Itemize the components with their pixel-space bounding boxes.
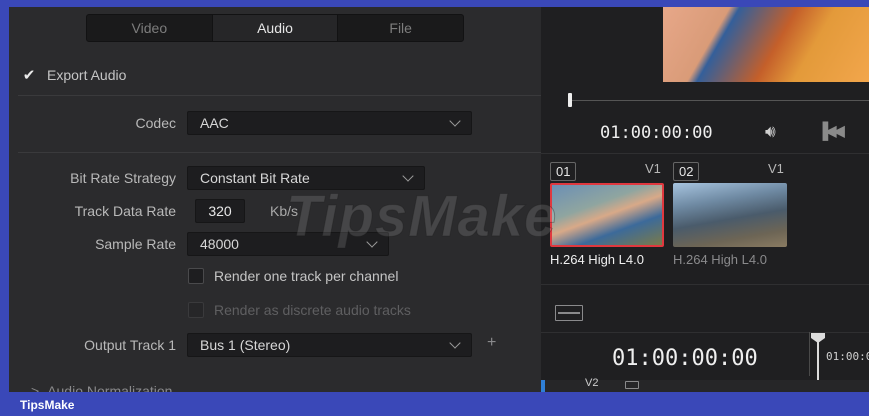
codec-value: AAC xyxy=(200,115,229,131)
chevron-down-icon xyxy=(366,236,378,248)
clip-thumbnail[interactable] xyxy=(673,183,787,247)
render-discrete-checkbox[interactable] xyxy=(188,302,204,318)
track-data-rate-unit: Kb/s xyxy=(270,203,299,219)
viewer-timecode: 01:00:00:00 xyxy=(600,123,713,143)
export-audio-row: ✔ Export Audio xyxy=(21,67,127,84)
clip-number-badge: 01 xyxy=(550,162,577,181)
viewer-scrubber-track[interactable] xyxy=(571,100,869,101)
section-divider xyxy=(18,95,541,96)
codec-label: Codec xyxy=(135,115,176,131)
top-frame-border xyxy=(0,0,869,7)
tab-file[interactable]: File xyxy=(338,15,463,41)
track-data-rate-label: Track Data Rate xyxy=(74,203,176,219)
bit-rate-strategy-value: Constant Bit Rate xyxy=(200,170,310,186)
chevron-down-icon xyxy=(449,115,461,127)
track-label-v2: V2 xyxy=(585,377,599,389)
render-one-track-label: Render one track per channel xyxy=(214,268,399,284)
viewer-and-timeline-panel: 01:00:00:00 🔊︎ ▐◀◀ 01 V1 02 V1 H.264 Hig… xyxy=(541,7,869,392)
clip-number-badge: 02 xyxy=(673,162,700,181)
ruler-timecode: 01:00:0 xyxy=(826,350,869,363)
timeline-timecode: 01:00:00:00 xyxy=(612,346,758,371)
tab-video[interactable]: Video xyxy=(87,15,213,41)
left-frame-border xyxy=(0,0,9,416)
footer-bar xyxy=(0,392,869,416)
clip-track-label: V1 xyxy=(768,161,784,176)
bit-rate-strategy-label: Bit Rate Strategy xyxy=(70,170,176,186)
speaker-icon[interactable]: 🔊︎ xyxy=(765,122,776,142)
chevron-down-icon xyxy=(449,337,461,349)
viewer-video-frame xyxy=(663,7,869,82)
sample-rate-value: 48000 xyxy=(200,236,239,252)
render-one-track-row: Render one track per channel xyxy=(188,268,398,284)
output-track-value: Bus 1 (Stereo) xyxy=(200,337,291,353)
settings-tabs: Video Audio File xyxy=(86,14,464,42)
track-data-rate-input[interactable]: 320 xyxy=(195,199,245,223)
skip-to-start-icon[interactable]: ▐◀◀ xyxy=(817,121,845,141)
chevron-down-icon xyxy=(402,170,414,182)
export-audio-label: Export Audio xyxy=(47,67,127,83)
timeline-view-icon[interactable] xyxy=(555,305,583,321)
render-settings-panel: Video Audio File ✔ Export Audio Codec AA… xyxy=(9,7,541,392)
section-divider xyxy=(18,152,541,153)
add-output-track-button[interactable]: + xyxy=(487,334,496,352)
codec-select[interactable]: AAC xyxy=(187,111,472,135)
bit-rate-strategy-select[interactable]: Constant Bit Rate xyxy=(187,166,425,190)
audio-normalization-label: Audio Normalization xyxy=(47,383,173,392)
clip-thumbnail-selected[interactable] xyxy=(550,183,664,247)
track-accent-bar xyxy=(541,380,545,392)
tab-audio[interactable]: Audio xyxy=(212,15,339,41)
export-audio-checkbox[interactable]: ✔ xyxy=(21,67,37,84)
audio-normalization-toggle[interactable]: > Audio Normalization xyxy=(31,383,172,392)
render-one-track-checkbox[interactable] xyxy=(188,268,204,284)
clips-divider xyxy=(541,284,869,285)
sample-rate-label: Sample Rate xyxy=(95,236,176,252)
track-view-icon[interactable] xyxy=(625,381,639,389)
render-discrete-label: Render as discrete audio tracks xyxy=(214,302,411,318)
output-track-select[interactable]: Bus 1 (Stereo) xyxy=(187,333,472,357)
clip-codec-label: H.264 High L4.0 xyxy=(550,252,644,267)
sample-rate-select[interactable]: 48000 xyxy=(187,232,389,256)
chevron-right-icon: > xyxy=(31,383,40,392)
clip-codec-label: H.264 High L4.0 xyxy=(673,252,767,267)
output-track-label: Output Track 1 xyxy=(84,337,176,353)
render-discrete-row: Render as discrete audio tracks xyxy=(188,302,411,318)
footer-brand: TipsMake xyxy=(20,398,75,412)
clip-track-label: V1 xyxy=(645,161,661,176)
viewer-scrubber-handle[interactable] xyxy=(568,93,572,107)
viewer-divider xyxy=(541,153,869,154)
